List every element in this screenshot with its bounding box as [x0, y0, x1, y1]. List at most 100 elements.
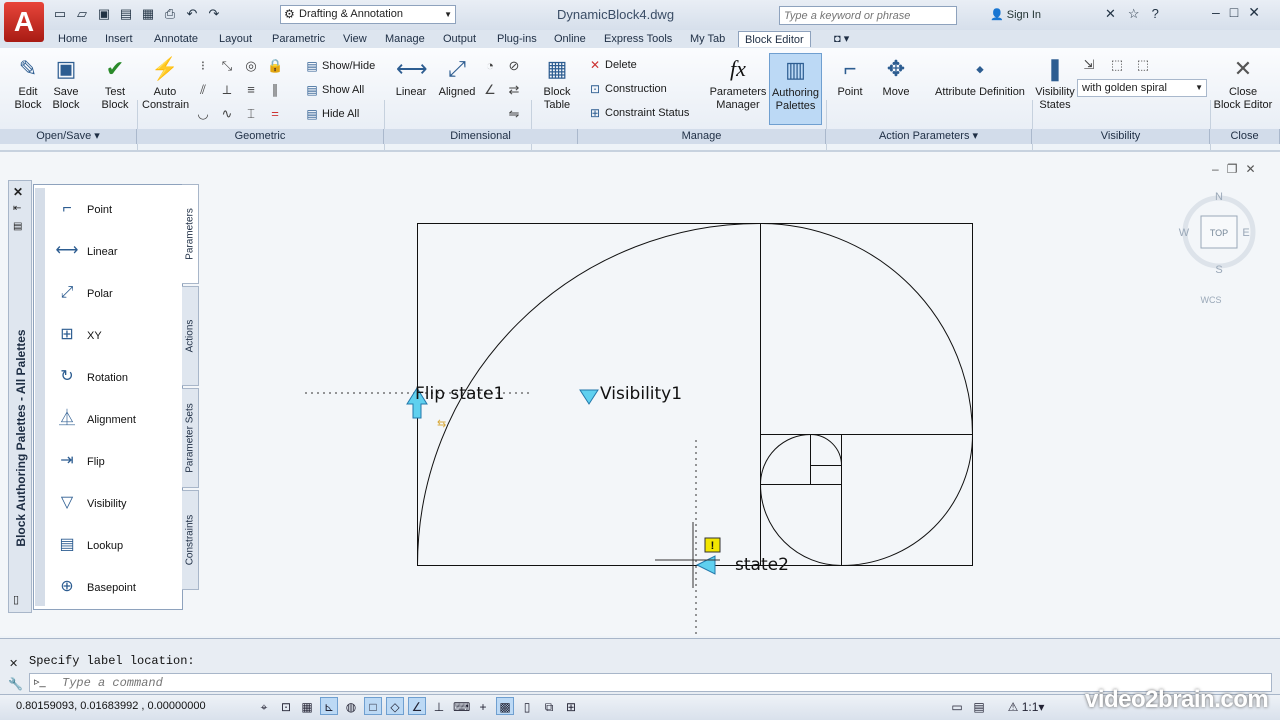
tab-annotate[interactable]: Annotate [154, 31, 198, 47]
layout-icon[interactable]: ▤ [970, 697, 988, 715]
tab-online[interactable]: Online [554, 31, 586, 47]
snap-mode-icon[interactable]: ⊡ [277, 697, 295, 715]
convert-icon[interactable]: ⇄ [505, 80, 523, 98]
open-icon[interactable]: ▱ [74, 6, 90, 22]
close-block-editor-button[interactable]: ✕ Close Block Editor [1212, 54, 1274, 112]
perpendicular-icon[interactable]: ⟂ [218, 80, 236, 98]
close-icon[interactable]: ✕ [13, 185, 23, 199]
tab-view[interactable]: View [343, 31, 367, 47]
3d-object-snap-icon[interactable]: ◇ [386, 697, 404, 715]
equal-icon[interactable]: = [266, 104, 284, 122]
palette-tab-parameter-sets[interactable]: Parameter Sets [182, 388, 199, 488]
move-action-button[interactable]: ✥ Move [876, 54, 916, 99]
vertical-icon[interactable]: ∥ [266, 80, 284, 98]
palette-item-visibility[interactable]: ▽ Visibility [50, 484, 180, 524]
tab-express-tools[interactable]: Express Tools [604, 31, 672, 47]
flip-state2-label[interactable]: state2 [735, 555, 789, 575]
fix-icon[interactable]: 🔒 [266, 56, 284, 74]
concentric-icon[interactable]: ◎ [242, 56, 260, 74]
palette-item-lookup[interactable]: ▤ Lookup [50, 526, 180, 566]
show-all-button[interactable]: ▤ Show All [304, 82, 364, 98]
palette-item-flip[interactable]: ⇥ Flip [50, 442, 180, 482]
tab-plug-ins[interactable]: Plug-ins [497, 31, 537, 47]
save-block-button[interactable]: ▣ Save Block [46, 54, 86, 112]
visibility-state-select[interactable]: with golden spiral ▼ [1077, 79, 1207, 97]
viewcube[interactable]: N S E W TOP WCS [1178, 186, 1260, 306]
ortho-icon[interactable]: ⊾ [320, 697, 338, 715]
palette-item-polar[interactable]: ⤢ Polar [50, 274, 180, 314]
test-block-button[interactable]: ✔ Test Block [95, 54, 135, 112]
construction-button[interactable]: ⊡ Construction [587, 81, 667, 97]
workspace-dropdown[interactable]: ⚙ Drafting & Annotation ▼ [280, 5, 456, 24]
panel-open-save[interactable]: Open/Save ▾ [0, 129, 137, 144]
tangent-icon[interactable]: ◡ [194, 104, 212, 122]
maximize-icon[interactable]: □ [1230, 4, 1238, 21]
grid-icon[interactable]: ▦ [298, 697, 316, 715]
show-hide-button[interactable]: ▤ Show/Hide [304, 58, 375, 74]
model-space-icon[interactable]: ▭ [948, 697, 966, 715]
ribbon-toggle-icon[interactable]: ◘ ▾ [834, 31, 849, 47]
quick-properties-icon[interactable]: ▯ [518, 697, 536, 715]
palette-tab-actions[interactable]: Actions [182, 286, 199, 386]
visibility-parameter-label[interactable]: Visibility1 [600, 384, 682, 404]
save-icon[interactable]: ▣ [96, 6, 112, 22]
coincident-icon[interactable]: ⁝ [194, 56, 212, 74]
palette-item-basepoint[interactable]: ⊕ Basepoint [50, 568, 180, 608]
hide-all-button[interactable]: ▤ Hide All [304, 106, 359, 122]
aligned-constraint-button[interactable]: ⤢ Aligned [436, 54, 478, 99]
panel-action-parameters[interactable]: Action Parameters ▾ [826, 129, 1032, 144]
save-as-icon[interactable]: ▤ [118, 6, 134, 22]
dynamic-mode-icon[interactable]: ⇋ [505, 104, 523, 122]
publish-icon[interactable]: ▦ [140, 6, 156, 22]
palette-scrollbar[interactable] [35, 188, 45, 606]
star-icon[interactable]: ☆ [1128, 6, 1140, 22]
tab-home[interactable]: Home [58, 31, 87, 47]
object-snap-icon[interactable]: □ [364, 697, 382, 715]
properties-icon[interactable]: ▤ [13, 221, 22, 232]
new-icon[interactable]: ▭ [52, 6, 68, 22]
attribute-definition-button[interactable]: ⬩ Attribute Definition [932, 54, 1028, 99]
palette-item-alignment[interactable]: ⏅ Alignment [50, 400, 180, 440]
flip-state1-label[interactable]: Flip state1 [415, 384, 504, 404]
palette-item-point[interactable]: ⌐ Point [50, 190, 180, 230]
dynamic-input-icon[interactable]: ⌨ [452, 697, 470, 715]
infer-constraints-icon[interactable]: ⌖ [255, 697, 273, 715]
command-input[interactable] [62, 675, 662, 690]
parameters-manager-button[interactable]: fx Parameters Manager [708, 54, 768, 112]
application-menu-button[interactable]: A [4, 2, 44, 42]
autohide-icon[interactable]: ⇤ [13, 203, 21, 214]
block-table-button[interactable]: ▦ Block Table [537, 54, 577, 112]
sign-in-button[interactable]: 👤 Sign In [990, 8, 1041, 21]
close-icon[interactable]: ✕ [9, 657, 18, 670]
tab-parametric[interactable]: Parametric [272, 31, 325, 47]
make-invisible-icon[interactable]: ⬚ [1134, 55, 1152, 73]
undo-icon[interactable]: ↶ [184, 6, 200, 22]
palette-title-bar[interactable]: ✕ ⇤ ▤ Block Authoring Palettes - All Pal… [8, 180, 32, 613]
constraint-status-button[interactable]: ⊞ Constraint Status [587, 105, 689, 121]
smooth-icon[interactable]: ∿ [218, 104, 236, 122]
parallel-icon[interactable]: ⫽ [194, 80, 212, 98]
annotation-scale-dropdown[interactable]: ⚠ 1:1▾ [1006, 697, 1046, 715]
palette-item-linear[interactable]: ⟷ Linear [50, 232, 180, 272]
restore-icon[interactable]: ❐ [1227, 162, 1238, 176]
horizontal-icon[interactable]: ≡ [242, 80, 260, 98]
polar-tracking-icon[interactable]: ◍ [342, 697, 360, 715]
lineweight-icon[interactable]: + [474, 697, 492, 715]
tab-manage[interactable]: Manage [385, 31, 425, 47]
collinear-icon[interactable]: ⤡ [218, 56, 236, 74]
symmetric-icon[interactable]: ⌶ [242, 104, 260, 122]
auto-constrain-button[interactable]: ⚡ Auto Constrain [142, 54, 189, 112]
visibility-grip-icon[interactable] [579, 389, 599, 405]
tab-block-editor[interactable]: Block Editor [738, 31, 811, 47]
visibility-states-button[interactable]: ❚ Visibility States [1034, 54, 1076, 112]
search-input[interactable] [779, 6, 957, 25]
visibility-mode-icon[interactable]: ⇲ [1080, 55, 1098, 73]
palette-menu-icon[interactable]: ▯ [13, 593, 19, 606]
help-icon[interactable]: ? [1152, 6, 1159, 22]
palette-item-rotation[interactable]: ↻ Rotation [50, 358, 180, 398]
close-icon[interactable]: ✕ [1248, 4, 1260, 21]
plot-icon[interactable]: ⎙ [162, 6, 178, 22]
tab-output[interactable]: Output [443, 31, 476, 47]
point-parameter-button[interactable]: ⌐ Point [830, 54, 870, 99]
angular-icon[interactable]: ∠ [481, 80, 499, 98]
